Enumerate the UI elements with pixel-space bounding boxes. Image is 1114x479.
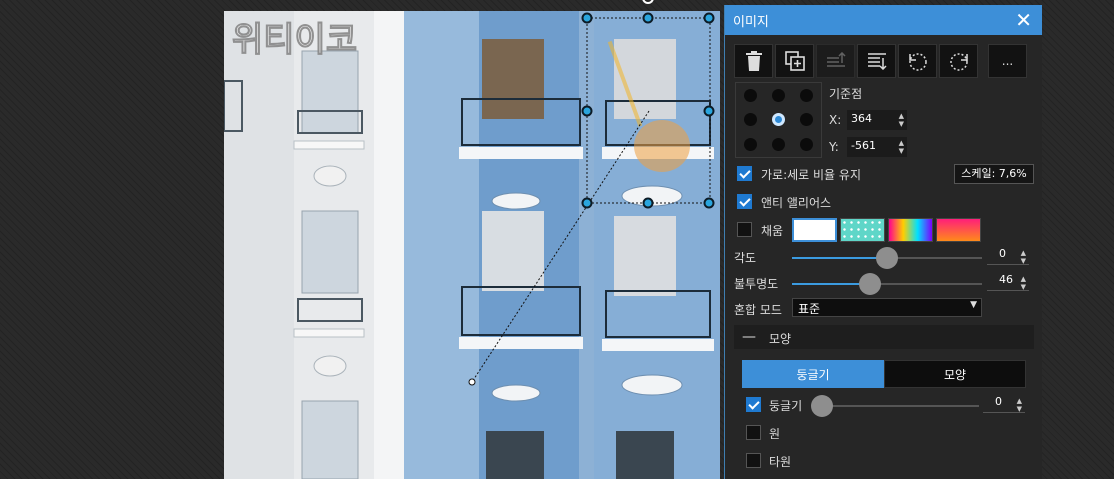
image-canvas[interactable]: 위티이코 <box>224 11 720 479</box>
y-position-field[interactable]: -561 ▲ ▼ <box>847 137 907 157</box>
resize-handle-right[interactable] <box>703 105 715 117</box>
fill-swatch-rainbow[interactable] <box>888 218 933 242</box>
anchor-label: 기준점 <box>829 87 863 101</box>
anchor-top-left[interactable] <box>743 88 757 102</box>
resize-handle-bottom[interactable] <box>642 197 654 209</box>
fill-label: 채움 <box>761 224 784 238</box>
watermark-logo: 위티이코 <box>232 20 357 60</box>
angle-spinner-icon[interactable]: ▲ ▼ <box>1021 249 1026 265</box>
resize-handle-bottom-left[interactable] <box>581 197 593 209</box>
rounding-checkbox[interactable] <box>746 397 761 412</box>
shape-tabs: 둥글기 모양 <box>742 360 1026 388</box>
anchor-middle-right[interactable] <box>800 113 814 127</box>
fill-checkbox[interactable] <box>737 222 752 237</box>
bring-forward-button[interactable] <box>816 44 855 78</box>
rounding-label: 둥글기 <box>769 399 803 413</box>
angle-value[interactable]: 0 ▲ ▼ <box>987 247 1029 265</box>
opacity-value[interactable]: 46 ▲ ▼ <box>987 273 1029 291</box>
angle-label: 각도 <box>734 251 757 265</box>
shape-section-header[interactable]: — 모양 <box>734 325 1034 349</box>
anchor-middle-left[interactable] <box>743 113 757 127</box>
dropdown-arrow-icon: ▼ <box>970 300 977 310</box>
ellipse-label: 타원 <box>769 455 792 469</box>
blend-mode-label: 혼합 모드 <box>734 303 782 317</box>
antialias-checkbox[interactable] <box>737 194 752 209</box>
anchor-point-grid <box>735 82 822 158</box>
bring-forward-icon <box>826 52 846 67</box>
toolbar: ... <box>734 44 1027 78</box>
rounding-slider-thumb[interactable] <box>811 395 833 417</box>
close-icon[interactable]: ✕ <box>1015 10 1032 30</box>
opacity-value-text: 46 <box>999 273 1013 286</box>
circle-checkbox[interactable] <box>746 425 761 440</box>
angle-slider-fill <box>792 257 887 259</box>
image-properties-panel: 이미지 ✕ ... 기준점 X: 364 ▲ ▼ Y: -561 ▲ ▼ 가로:… <box>724 5 1042 479</box>
keep-ratio-label: 가로:세로 비율 유지 <box>761 168 861 182</box>
angle-value-text: 0 <box>999 247 1006 260</box>
send-backward-button[interactable] <box>857 44 896 78</box>
resize-handle-top[interactable] <box>642 12 654 24</box>
resize-handle-left[interactable] <box>581 105 593 117</box>
x-label: X: <box>829 113 842 127</box>
resize-handle-top-left[interactable] <box>581 12 593 24</box>
fill-swatch-white[interactable] <box>792 218 837 242</box>
opacity-slider[interactable] <box>792 273 982 295</box>
x-position-field[interactable]: 364 ▲ ▼ <box>847 110 907 130</box>
anchor-bottom-center[interactable] <box>771 138 785 152</box>
collapse-icon[interactable]: — <box>742 329 756 345</box>
fill-swatch-gradient[interactable] <box>936 218 981 242</box>
more-button[interactable]: ... <box>988 44 1027 78</box>
opacity-spinner-icon[interactable]: ▲ ▼ <box>1021 275 1026 291</box>
shape-section-label: 모양 <box>769 332 792 346</box>
anchor-top-center[interactable] <box>771 88 785 102</box>
rounding-value-text: 0 <box>995 395 1002 408</box>
anchor-center[interactable] <box>771 113 785 127</box>
send-backward-icon <box>867 53 887 70</box>
ellipse-checkbox[interactable] <box>746 453 761 468</box>
building-photo: 위티이코 <box>224 11 720 479</box>
opacity-label: 불투명도 <box>734 277 779 291</box>
antialias-label: 앤티 앨리어스 <box>761 196 832 210</box>
tab-rounding[interactable]: 둥글기 <box>742 360 884 388</box>
resize-handle-bottom-right[interactable] <box>703 197 715 209</box>
angle-slider-thumb[interactable] <box>876 247 898 269</box>
duplicate-button[interactable] <box>775 44 814 78</box>
rounding-value[interactable]: 0 ▲ ▼ <box>983 395 1025 413</box>
y-label: Y: <box>829 140 839 154</box>
scale-readout: 스케일: 7,6% <box>954 164 1034 184</box>
opacity-slider-thumb[interactable] <box>858 273 881 295</box>
rotate-left-button[interactable] <box>898 44 937 78</box>
angle-slider[interactable] <box>792 247 982 269</box>
y-spinner-icon[interactable]: ▲ ▼ <box>899 139 904 155</box>
x-spinner-icon[interactable]: ▲ ▼ <box>899 112 904 128</box>
blend-mode-select[interactable]: 표준 ▼ <box>792 298 982 317</box>
panel-title: 이미지 <box>733 14 769 30</box>
delete-button[interactable] <box>734 44 773 78</box>
delete-icon <box>745 51 762 71</box>
blend-mode-value: 표준 <box>798 302 821 316</box>
rounding-spinner-icon[interactable]: ▲ ▼ <box>1017 397 1022 413</box>
anchor-bottom-left[interactable] <box>743 138 757 152</box>
panel-title-bar: 이미지 ✕ <box>725 5 1042 35</box>
tab-shape[interactable]: 모양 <box>884 360 1026 388</box>
rotate-right-button[interactable] <box>939 44 978 78</box>
y-position-value: -561 <box>851 139 876 152</box>
x-position-value: 364 <box>851 112 872 125</box>
fill-swatch-dots[interactable] <box>840 218 885 242</box>
rounding-slider[interactable] <box>811 395 979 417</box>
resize-handle-top-right[interactable] <box>703 12 715 24</box>
rotate-right-icon <box>949 53 968 71</box>
circle-label: 원 <box>769 427 781 441</box>
anchor-top-right[interactable] <box>800 88 814 102</box>
keep-ratio-checkbox[interactable] <box>737 166 752 181</box>
anchor-bottom-right[interactable] <box>800 138 814 152</box>
duplicate-icon <box>784 51 805 71</box>
rotate-handle[interactable] <box>642 0 654 4</box>
rotate-left-icon <box>908 53 927 71</box>
